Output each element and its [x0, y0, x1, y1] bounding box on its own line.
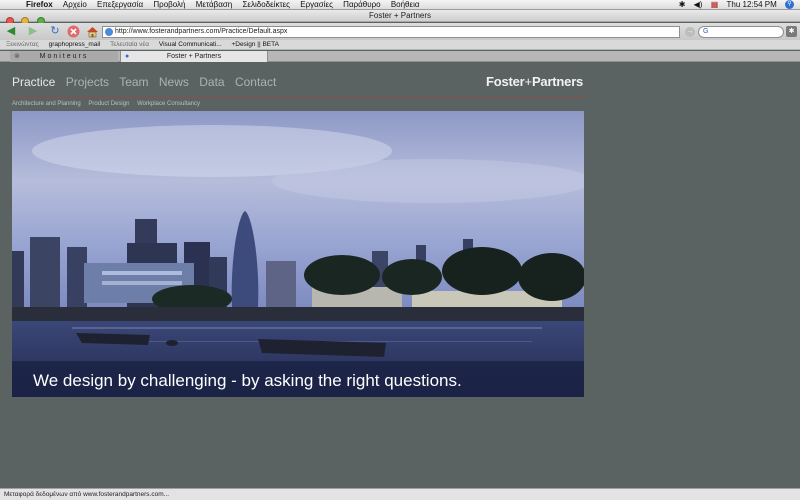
menu-tools[interactable]: Εργασίες [300, 0, 333, 9]
subnav-architecture[interactable]: Architecture and Planning [12, 101, 81, 107]
volume-icon[interactable]: ◀) [694, 0, 703, 9]
url-text: http://www.fosterandpartners.com/Practic… [115, 28, 288, 35]
search-field[interactable]: G [698, 26, 784, 38]
nav-news[interactable]: News [159, 75, 189, 89]
logo-plus: + [524, 74, 533, 89]
bookmark-item[interactable]: Ξεκινώντας [6, 41, 39, 48]
menu-extras: ✱ ◀) ▦ Thu 12:54 PM ⚲ [673, 0, 794, 10]
menu-file[interactable]: Αρχείο [63, 0, 87, 9]
menu-bookmarks[interactable]: Σελιδοδείκτες [242, 0, 290, 9]
window-titlebar: Foster + Partners [0, 10, 800, 25]
forward-arrow-icon[interactable]: ▶ [26, 25, 40, 38]
bookmark-item[interactable]: Τελευταία νέα [110, 41, 149, 48]
logo-word-foster: Foster [486, 74, 525, 89]
hero-caption-bar: We design by challenging - by asking the… [12, 361, 584, 397]
menu-edit[interactable]: Επεξεργασία [97, 0, 143, 9]
home-icon[interactable] [85, 25, 99, 38]
google-icon: G [703, 28, 709, 35]
subnav-workplace[interactable]: Workplace Consultancy [137, 101, 200, 107]
menu-go[interactable]: Μετάβαση [196, 0, 233, 9]
menu-app-name[interactable]: Firefox [26, 0, 53, 9]
menu-clock[interactable]: Thu 12:54 PM [727, 0, 777, 9]
nav-practice[interactable]: Practice [12, 75, 55, 89]
menu-window[interactable]: Παράθυρο [343, 0, 380, 9]
bookmarks-bar: Ξεκινώντας graphopress_mail Τελευταία νέ… [0, 40, 800, 50]
close-tab-icon[interactable]: ⊗ [14, 51, 20, 62]
tab-bar: ⊗ Moniteurs ● Foster + Partners [0, 51, 800, 62]
browser-toolbar: ◀ ▶ ↻ http://www.fosterandpartners.com/P… [0, 23, 800, 40]
menu-view[interactable]: Προβολή [153, 0, 185, 9]
status-text: Μεταφορά δεδομένων από www.fosterandpart… [4, 491, 170, 498]
reload-icon[interactable]: ↻ [48, 25, 62, 38]
bookmark-item[interactable]: +Design || BETA [231, 41, 279, 48]
flag-icon[interactable]: ▦ [711, 0, 719, 9]
hero-image: We design by challenging - by asking the… [12, 111, 584, 397]
tab-label: Foster + Partners [166, 53, 222, 60]
hero-caption: We design by challenging - by asking the… [33, 371, 462, 390]
tab-moniteurs[interactable]: ⊗ Moniteurs [10, 51, 118, 62]
nav-contact[interactable]: Contact [235, 75, 276, 89]
tab-foster-partners[interactable]: ● Foster + Partners [120, 51, 268, 62]
logo-word-partners: Partners [531, 74, 584, 89]
bookmark-item[interactable]: Visual Communicati... [159, 41, 222, 48]
subnav-product-design[interactable]: Product Design [88, 101, 129, 107]
site-sub-nav: Architecture and Planning Product Design… [12, 101, 206, 107]
bluetooth-icon[interactable]: ✱ [679, 0, 686, 9]
nav-projects[interactable]: Projects [66, 75, 109, 89]
spotlight-icon[interactable]: ⚲ [785, 0, 794, 10]
tab-label: Moniteurs [39, 53, 89, 60]
back-arrow-icon[interactable]: ◀ [4, 25, 18, 38]
menu-help[interactable]: Βοήθεια [391, 0, 420, 9]
header-divider [12, 97, 584, 98]
menu-bar: Firefox Αρχείο Επεξεργασία Προβολή Μετάβ… [0, 0, 800, 10]
go-icon[interactable]: → [685, 27, 695, 37]
site-logo[interactable]: Foster+Partners [486, 74, 583, 89]
site-main-nav: Practice Projects Team News Data Contact [12, 75, 283, 89]
globe-icon [105, 28, 113, 36]
nav-data[interactable]: Data [199, 75, 224, 89]
nav-team[interactable]: Team [119, 75, 148, 89]
london-skyline-photo [12, 111, 584, 397]
bookmark-item[interactable]: graphopress_mail [49, 41, 101, 48]
window-title: Foster + Partners [368, 11, 432, 20]
status-bar: Μεταφορά δεδομένων από www.fosterandpart… [0, 488, 800, 500]
close-tab-icon[interactable]: ● [125, 51, 129, 62]
url-field[interactable]: http://www.fosterandpartners.com/Practic… [102, 26, 680, 38]
throbber-icon: ✱ [786, 26, 797, 37]
menu-items: Firefox Αρχείο Επεξεργασία Προβολή Μετάβ… [26, 0, 427, 10]
web-page: Practice Projects Team News Data Contact… [0, 62, 800, 488]
stop-icon[interactable] [66, 25, 80, 38]
